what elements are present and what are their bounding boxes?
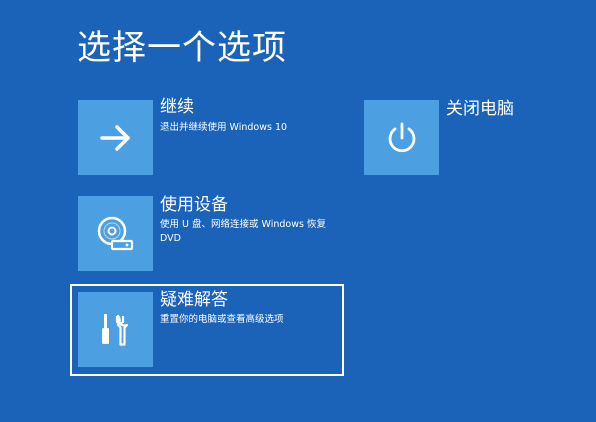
power-icon: [388, 122, 415, 152]
continue-tile[interactable]: [78, 100, 153, 175]
continue-label: 继续: [160, 97, 194, 117]
option-turn-off-pc[interactable]: 关闭电脑: [358, 96, 558, 181]
turn-off-tile[interactable]: [364, 100, 439, 175]
troubleshoot-description: 重置你的电脑或查看高级选项: [160, 314, 284, 325]
disc-drive-icon: [97, 216, 133, 250]
arrow-right-icon: [99, 124, 130, 151]
use-device-description: 使用 U 盘、网络连接或 Windows 恢复 DVD: [160, 219, 326, 244]
continue-description: 退出并继续使用 Windows 10: [160, 122, 288, 133]
turn-off-label: 关闭电脑: [446, 99, 514, 119]
option-continue[interactable]: 继续 退出并继续使用 Windows 10: [72, 96, 342, 181]
use-device-label: 使用设备: [160, 195, 228, 215]
tools-icon: [101, 313, 128, 346]
use-device-tile[interactable]: [78, 196, 153, 271]
option-troubleshoot[interactable]: 疑难解答 重置你的电脑或查看高级选项: [70, 284, 344, 376]
troubleshoot-tile[interactable]: [78, 292, 153, 367]
option-use-device[interactable]: 使用设备 使用 U 盘、网络连接或 Windows 恢复 DVD: [72, 192, 342, 277]
troubleshoot-label: 疑难解答: [160, 290, 228, 310]
page-title: 选择一个选项: [77, 28, 287, 68]
